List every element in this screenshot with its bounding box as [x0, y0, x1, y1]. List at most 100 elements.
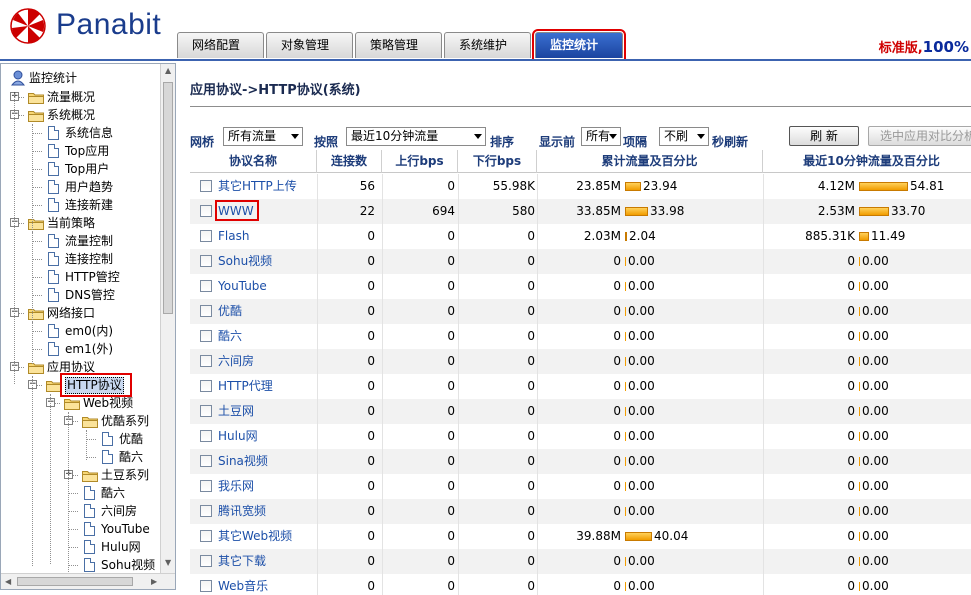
refresh-interval-select[interactable]: 不刷 [659, 127, 709, 146]
total-traffic-percent: 0.00 [628, 279, 655, 293]
protocol-name-link[interactable]: YouTube [218, 274, 316, 299]
row-checkbox[interactable] [200, 455, 212, 467]
total-traffic-cell: 23.85M 23.94 [537, 174, 763, 199]
tree-node[interactable]: 连接新建 [1, 196, 161, 214]
folder-icon [28, 361, 44, 374]
protocol-name-link[interactable]: 六间房 [218, 349, 316, 374]
row-checkbox[interactable] [200, 480, 212, 492]
recent-traffic-bar [859, 257, 860, 266]
show-top-select[interactable]: 所有 [581, 127, 621, 146]
row-checkbox[interactable] [200, 530, 212, 542]
total-traffic-value: 0 [613, 379, 621, 393]
tree-node[interactable]: 流量控制 [1, 232, 161, 250]
row-checkbox[interactable] [200, 180, 212, 192]
row-checkbox[interactable] [200, 255, 212, 267]
folder-icon [28, 109, 44, 122]
tree-node-label: 连接控制 [65, 252, 114, 266]
tree-node[interactable]: 酷六 [1, 448, 161, 466]
row-checkbox[interactable] [200, 305, 212, 317]
scroll-right-arrow-icon[interactable]: ▶ [151, 577, 157, 586]
protocol-name-link[interactable]: 其它Web视频 [218, 524, 316, 549]
sort-by-select[interactable]: 最近10分钟流量 [346, 127, 486, 146]
tree-node[interactable]: Top用户 [1, 160, 161, 178]
tree-node[interactable]: 用户趋势 [1, 178, 161, 196]
scroll-left-arrow-icon[interactable]: ◀ [5, 577, 11, 586]
row-checkbox[interactable] [200, 430, 212, 442]
protocol-name-link[interactable]: Web音乐 [218, 574, 316, 595]
total-traffic-bar-wrap: 40.04 [625, 524, 763, 549]
protocol-name-link[interactable]: Hulu网 [218, 424, 316, 449]
sidebar-hscroll-thumb[interactable] [17, 577, 133, 586]
row-checkbox[interactable] [200, 205, 212, 217]
tab-policy-management[interactable]: 策略管理 [355, 32, 442, 58]
row-checkbox[interactable] [200, 505, 212, 517]
row-checkbox[interactable] [200, 355, 212, 367]
tab-network-config[interactable]: 网络配置 [177, 32, 264, 58]
tree-node[interactable]: − 系统概况 [1, 106, 161, 124]
tree-node[interactable]: 六间房 [1, 502, 161, 520]
chevron-down-icon [697, 134, 705, 139]
row-checkbox[interactable] [200, 230, 212, 242]
refresh-button[interactable]: 刷 新 [789, 126, 859, 146]
total-traffic-cell: 33.85M 33.98 [537, 199, 763, 224]
tree-node[interactable]: 系统信息 [1, 124, 161, 142]
sidebar-scroll-thumb[interactable] [163, 82, 173, 314]
column-divider [317, 224, 318, 249]
scroll-down-arrow-icon[interactable]: ▼ [165, 558, 171, 567]
protocol-name-link[interactable]: 优酷 [218, 299, 316, 324]
tree-node[interactable]: − 优酷系列 [1, 412, 161, 430]
recent-traffic-percent: 0.00 [862, 279, 889, 293]
tree-node[interactable]: Hulu网 [1, 538, 161, 556]
compare-selected-button[interactable]: 选中应用对比分析 [868, 126, 971, 146]
tree-node[interactable]: Sohu视频 [1, 556, 161, 572]
tree-node[interactable]: − 网络接口 [1, 304, 161, 322]
recent-traffic-bar-wrap: 0.00 [859, 549, 971, 574]
tree-node[interactable]: − 当前策略 [1, 214, 161, 232]
scroll-up-arrow-icon[interactable]: ▲ [165, 66, 171, 75]
tree-node[interactable]: 优酷 [1, 430, 161, 448]
protocol-name-link[interactable]: HTTP代理 [218, 374, 316, 399]
column-divider [382, 349, 383, 374]
recent-traffic-value: 0 [847, 304, 855, 318]
tree-node[interactable]: 连接控制 [1, 250, 161, 268]
tree-node[interactable]: em0(内) [1, 322, 161, 340]
row-checkbox[interactable] [200, 380, 212, 392]
upload-bps-value: 0 [447, 479, 455, 493]
row-checkbox[interactable] [200, 580, 212, 592]
tree-node[interactable]: YouTube [1, 520, 161, 538]
tree-node[interactable]: + 流量概况 [1, 88, 161, 106]
protocol-name-link[interactable]: 土豆网 [218, 399, 316, 424]
row-checkbox[interactable] [200, 330, 212, 342]
tab-object-management[interactable]: 对象管理 [266, 32, 353, 58]
total-traffic-bar-wrap: 0.00 [625, 574, 763, 595]
nav-tree: 监控统计 + 流量概况 − 系统概况 系统信息 Top应用 Top用户 用户趋势 连接新建 − 当前策… [1, 64, 161, 572]
tree-node[interactable]: Top应用 [1, 142, 161, 160]
protocol-name-link[interactable]: 其它下载 [218, 549, 316, 574]
download-bps-value: 0 [527, 454, 535, 468]
row-checkbox[interactable] [200, 280, 212, 292]
tree-node[interactable]: 酷六 [1, 484, 161, 502]
sidebar-vertical-scrollbar[interactable]: ▲ ▼ [160, 64, 175, 574]
protocol-name-link[interactable]: Sina视频 [218, 449, 316, 474]
protocol-name-link[interactable]: 其它HTTP上传 [218, 174, 316, 199]
tree-node[interactable]: DNS管控 [1, 286, 161, 304]
bridge-select[interactable]: 所有流量 [223, 127, 303, 146]
row-checkbox[interactable] [200, 555, 212, 567]
chevron-down-icon [474, 134, 482, 139]
tree-node[interactable]: + 土豆系列 [1, 466, 161, 484]
protocol-name-link[interactable]: 腾讯宽频 [218, 499, 316, 524]
tree-node[interactable]: HTTP管控 [1, 268, 161, 286]
tree-node[interactable]: em1(外) [1, 340, 161, 358]
row-checkbox[interactable] [200, 405, 212, 417]
sidebar-horizontal-scrollbar[interactable]: ◀ ▶ [1, 573, 175, 589]
protocol-name-link[interactable]: 我乐网 [218, 474, 316, 499]
filter-toolbar: 网桥 所有流量 按照 最近10分钟流量 排序 显示前 所有 项隔 不刷 秒刷新 … [190, 126, 971, 150]
tree-node-label: 酷六 [119, 450, 144, 464]
protocol-name-link[interactable]: 酷六 [218, 324, 316, 349]
protocol-name-link[interactable]: Sohu视频 [218, 249, 316, 274]
tab-monitoring-statistics[interactable]: 监控统计 [532, 29, 626, 61]
protocol-name-link[interactable]: Flash [218, 224, 316, 249]
tab-system-maintenance[interactable]: 系统维护 [444, 32, 531, 58]
tree-node-label: Hulu网 [101, 540, 141, 554]
tree-connector [32, 295, 42, 296]
